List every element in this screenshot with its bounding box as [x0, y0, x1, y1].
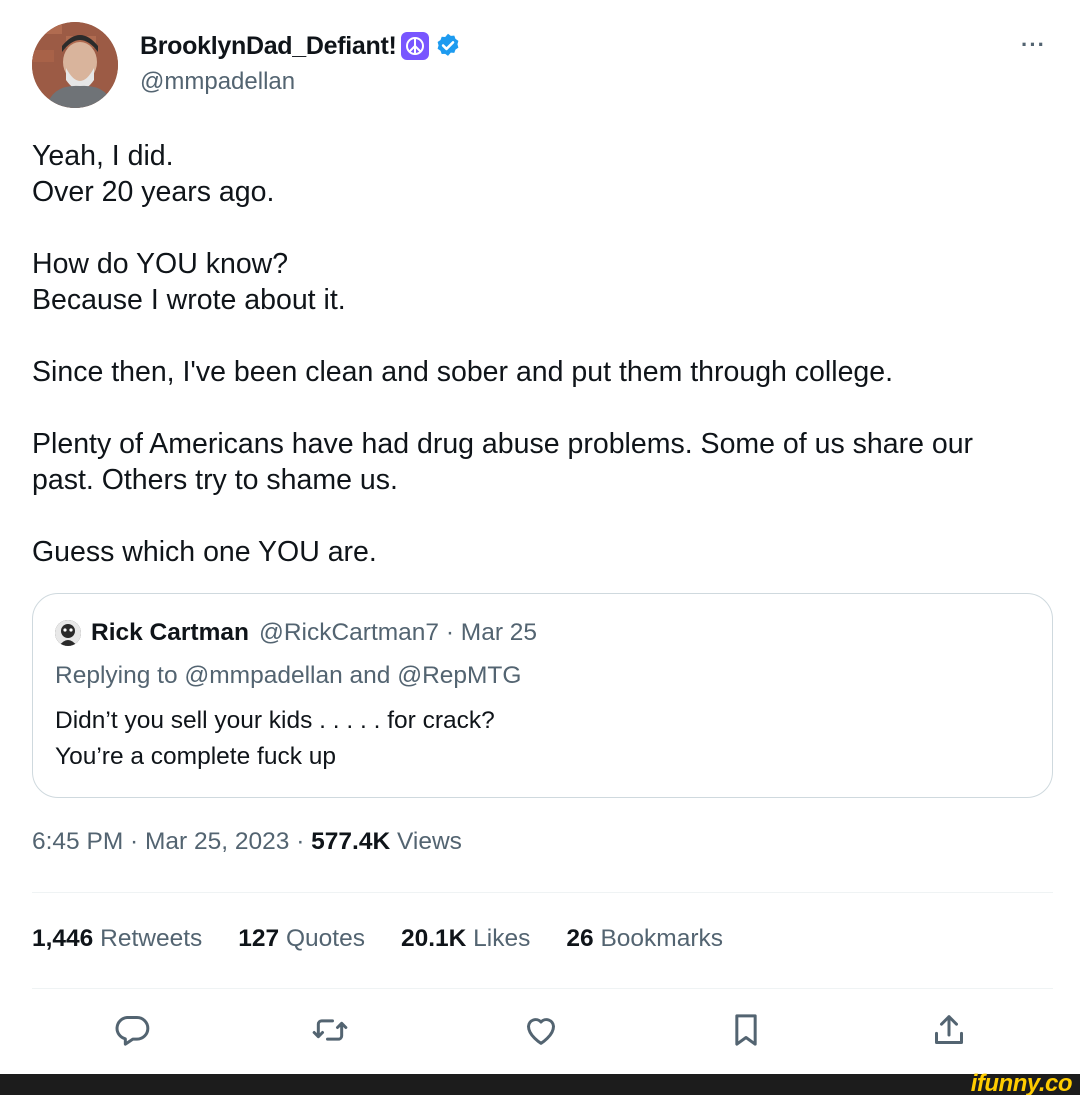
- quoted-tweet[interactable]: Rick Cartman @RickCartman7 · Mar 25 Repl…: [32, 593, 1053, 798]
- timestamp-date[interactable]: 6:45 PM · Mar 25, 2023 ·: [32, 828, 311, 855]
- verified-icon: [434, 32, 462, 60]
- ifunny-watermark: ifunny.co: [970, 1070, 1073, 1095]
- stat-retweets[interactable]: 1,446 Retweets: [32, 925, 202, 953]
- views-label: Views: [390, 828, 462, 855]
- stat-label: Quotes: [285, 925, 365, 952]
- divider: [32, 892, 1053, 893]
- stat-count: 127: [238, 925, 280, 952]
- author-avatar[interactable]: [32, 22, 118, 108]
- tweet-paragraph: Guess which one YOU are.: [32, 536, 377, 568]
- stat-count: 26: [566, 925, 594, 952]
- quoted-replying-to: Replying to @mmpadellan and @RepMTG: [55, 662, 522, 689]
- stat-label: Likes: [473, 925, 531, 952]
- quoted-author-meta: @RickCartman7 · Mar 25: [258, 619, 538, 646]
- stat-bookmarks[interactable]: 26 Bookmarks: [566, 925, 723, 953]
- views-count: 577.4K: [311, 828, 391, 855]
- peace-icon: [400, 32, 429, 60]
- retweet-icon[interactable]: [310, 1010, 350, 1050]
- tweet-timestamp: 6:45 PM · Mar 25, 2023 · 577.4K Views: [32, 828, 462, 856]
- stat-count: 20.1K: [400, 925, 467, 952]
- stat-label: Retweets: [100, 925, 203, 952]
- stat-likes[interactable]: 20.1K Likes: [401, 925, 530, 953]
- tweet-actions: [0, 1010, 1080, 1056]
- author-display-name[interactable]: BrooklynDad_Defiant!: [140, 32, 397, 61]
- tweet-paragraph: Yeah, I did. Over 20 years ago.: [32, 140, 275, 208]
- divider: [32, 988, 1053, 989]
- watermark-bar: ifunny.co: [0, 1070, 1080, 1095]
- reply-icon[interactable]: [112, 1010, 152, 1050]
- bookmark-icon[interactable]: [726, 1010, 766, 1050]
- quoted-tweet-header: Rick Cartman @RickCartman7 · Mar 25: [55, 616, 537, 650]
- tweet-paragraph: Plenty of Americans have had drug abuse …: [32, 428, 974, 496]
- like-icon[interactable]: [521, 1010, 561, 1050]
- stat-quotes[interactable]: 127 Quotes: [238, 925, 365, 953]
- author-handle[interactable]: @mmpadellan: [140, 68, 295, 96]
- quoted-author-avatar[interactable]: [55, 620, 81, 646]
- stat-label: Bookmarks: [600, 925, 723, 952]
- quoted-author-name[interactable]: Rick Cartman: [91, 619, 249, 647]
- tweet-text: Yeah, I did. Over 20 years ago. How do Y…: [32, 138, 1042, 570]
- tweet-stats: 1,446 Retweets 127 Quotes 20.1K Likes 26…: [32, 925, 759, 953]
- stat-count: 1,446: [32, 925, 94, 952]
- tweet-header: BrooklynDad_Defiant! @mmpadellan ···: [32, 22, 1052, 112]
- author-name-row: BrooklynDad_Defiant!: [140, 30, 462, 62]
- quoted-tweet-text: Didn’t you sell your kids . . . . . for …: [55, 707, 495, 770]
- share-icon[interactable]: [929, 1010, 969, 1050]
- more-options-icon[interactable]: ···: [1021, 32, 1046, 58]
- tweet-paragraph: Since then, I've been clean and sober an…: [32, 356, 894, 388]
- tweet-paragraph: How do YOU know? Because I wrote about i…: [32, 248, 346, 316]
